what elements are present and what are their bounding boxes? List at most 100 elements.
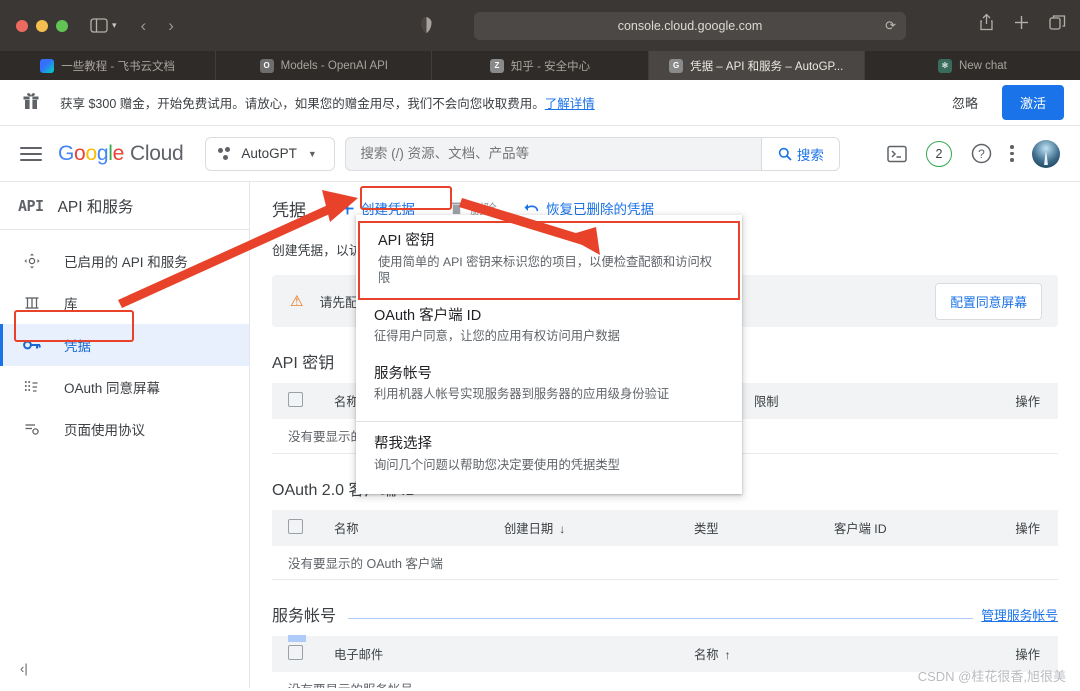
sidebar-item-label: OAuth 同意屏幕 (64, 381, 161, 396)
create-credentials-dropdown[interactable]: API 密钥 使用简单的 API 密钥来标识您的项目，以便检查配额和访问权限 O… (356, 215, 742, 495)
menu-item-description: 征得用户同意，让您的应用有权访问用户数据 (374, 329, 620, 344)
checkbox-icon[interactable] (288, 645, 303, 660)
share-icon[interactable] (979, 13, 994, 31)
close-window-button[interactable] (16, 19, 28, 32)
activate-button[interactable]: 激活 (1001, 85, 1064, 120)
page-usage-icon (22, 421, 42, 437)
api-icon: API (18, 196, 44, 215)
chatgpt-icon: ✻ (937, 58, 952, 73)
maximize-window-button[interactable] (56, 19, 68, 32)
menu-item-title: API 密钥 (378, 233, 435, 249)
account-avatar[interactable] (1032, 139, 1060, 168)
browser-tab-2[interactable]: Z 知乎 - 安全中心 (432, 51, 649, 80)
forward-icon[interactable]: › (168, 16, 174, 36)
menu-item-oauth-client-id[interactable]: OAuth 客户端 ID 征得用户同意，让您的应用有权访问用户数据 (356, 298, 742, 356)
gift-icon (22, 91, 44, 115)
nav-arrows[interactable]: ‹ › (141, 16, 174, 36)
annotation-box-create-credentials (360, 186, 452, 210)
select-all-checkbox-cell[interactable] (272, 509, 326, 546)
browser-actions (979, 13, 1066, 31)
checkbox-icon[interactable] (288, 518, 303, 534)
menu-item-service-account[interactable]: 服务帐号 利用机器人帐号实现服务器到服务器的应用级身份验证 (356, 356, 742, 414)
tab-label: New chat (958, 59, 1007, 72)
screenshot-root: ▾ ‹ › console.cloud.google.com ⟳ 一些教程 - … (0, 0, 1080, 691)
notifications-badge[interactable]: 2 (926, 140, 952, 167)
privacy-shield-icon[interactable] (420, 16, 433, 34)
address-bar[interactable]: console.cloud.google.com ⟳ (474, 12, 906, 40)
minimize-window-button[interactable] (36, 19, 48, 32)
google-cloud-logo[interactable]: Google Cloud (58, 141, 184, 166)
collapse-sidebar-button[interactable]: ‹| (20, 661, 28, 676)
chevron-down-icon[interactable]: ▾ (112, 20, 117, 31)
chevron-down-icon: ▼ (307, 148, 317, 159)
help-icon[interactable]: ? (970, 143, 992, 165)
service-accounts-title: 服务帐号 (272, 608, 337, 625)
sidebar-item-page-usage[interactable]: 页面使用协议 (0, 408, 249, 450)
cloud-shell-icon[interactable] (886, 143, 908, 165)
banner-text: 获享 $300 赠金，开始免费试用。请放心，如果您的赠金用尽，我们不会向您收取费… (60, 93, 595, 112)
browser-tab-1[interactable]: O Models - OpenAI API (216, 51, 433, 80)
sidebar-toggle-icon[interactable] (90, 18, 108, 33)
menu-item-title: 帮我选择 (374, 436, 432, 453)
sidebar-item-oauth-consent[interactable]: OAuth 同意屏幕 (0, 366, 249, 408)
menu-item-description: 使用简单的 API 密钥来标识您的项目，以便检查配额和访问权限 (378, 254, 713, 286)
reload-icon[interactable]: ⟳ (885, 18, 896, 34)
tab-label: 知乎 - 安全中心 (510, 60, 591, 73)
column-email[interactable]: 电子邮件 (326, 636, 686, 672)
consent-screen-icon (22, 379, 42, 395)
select-all-checkbox-cell[interactable] (272, 635, 326, 672)
table-row-empty: 没有要显示的 OAuth 客户端 (272, 545, 1058, 580)
sidebar-item-label: 已启用的 API 和服务 (64, 255, 188, 270)
checkbox-icon[interactable] (288, 392, 303, 407)
more-options-icon[interactable] (1010, 145, 1014, 162)
menu-item-help-me-choose[interactable]: 帮我选择 询问几个问题以帮助您决定要使用的凭据类型 (356, 426, 742, 484)
table-header-row: 名称 创建日期 ↓ 类型 客户端 ID 操作 (272, 509, 1058, 546)
back-icon[interactable]: ‹ (141, 16, 147, 36)
cloud-wordmark: Cloud (129, 141, 184, 165)
page-title: 凭据 (272, 200, 306, 220)
column-client-id[interactable]: 客户端 ID (826, 509, 986, 546)
left-sidebar: API API 和服务 已启用的 API 和服务 库 凭据 OAuth 同意屏幕… (0, 182, 250, 688)
svg-text:?: ? (978, 147, 985, 161)
manage-service-accounts-link[interactable]: 管理服务帐号 (981, 605, 1058, 626)
column-created-date[interactable]: 创建日期 ↓ (496, 509, 686, 546)
column-actions: 操作 (986, 509, 1058, 546)
divider (348, 618, 974, 619)
undo-icon (524, 204, 539, 212)
window-traffic-lights[interactable] (16, 19, 68, 32)
browser-chrome: ▾ ‹ › console.cloud.google.com ⟳ 一些教程 - … (0, 0, 1080, 80)
search-box[interactable]: 搜索 (345, 136, 841, 171)
tab-overview-icon[interactable] (1049, 14, 1066, 31)
sidebar-item-enabled-apis[interactable]: 已启用的 API 和服务 (0, 240, 249, 282)
browser-tab-4[interactable]: ✻ New chat (865, 51, 1080, 80)
column-name[interactable]: 名称 (326, 509, 496, 546)
search-input[interactable] (346, 146, 762, 161)
sort-descending-icon: ↓ (559, 521, 566, 536)
column-type[interactable]: 类型 (686, 509, 826, 546)
focus-indicator (288, 635, 306, 642)
annotation-box-sidebar-credentials (14, 310, 134, 342)
new-tab-icon[interactable] (1014, 15, 1029, 30)
zhihu-icon: Z (489, 58, 504, 73)
openai-icon: O (259, 58, 274, 73)
column-restrictions[interactable]: 限制 (746, 383, 926, 419)
browser-toolbar: ▾ ‹ › console.cloud.google.com ⟳ (0, 0, 1080, 51)
menu-item-api-key[interactable]: API 密钥 使用简单的 API 密钥来标识您的项目，以便检查配额和访问权限 (358, 221, 740, 300)
dashboard-icon (22, 253, 42, 269)
browser-tab-0[interactable]: 一些教程 - 飞书云文档 (0, 51, 217, 80)
dismiss-button[interactable]: 忽略 (944, 87, 986, 118)
search-button[interactable]: 搜索 (761, 137, 840, 170)
project-selector[interactable]: AutoGPT ▼ (205, 136, 336, 171)
search-button-label: 搜索 (796, 147, 824, 163)
top-nav-actions: 2 ? (886, 139, 1066, 168)
feishu-icon (40, 58, 55, 73)
select-all-checkbox-cell[interactable] (272, 383, 326, 419)
console-top-nav: GoogleCloud AutoGPT ▼ 搜索 2 ? (0, 126, 1080, 182)
configure-consent-screen-button[interactable]: 配置同意屏幕 (935, 282, 1042, 320)
tab-label: 一些教程 - 飞书云文档 (61, 60, 175, 73)
menu-icon[interactable] (20, 146, 42, 161)
learn-more-link[interactable]: 了解详情 (545, 97, 595, 111)
sidebar-title: API 和服务 (57, 198, 134, 216)
column-name[interactable]: 名称 ↑ (686, 636, 876, 672)
browser-tab-3-active[interactable]: G 凭据 – API 和服务 – AutoGP... (648, 51, 865, 80)
